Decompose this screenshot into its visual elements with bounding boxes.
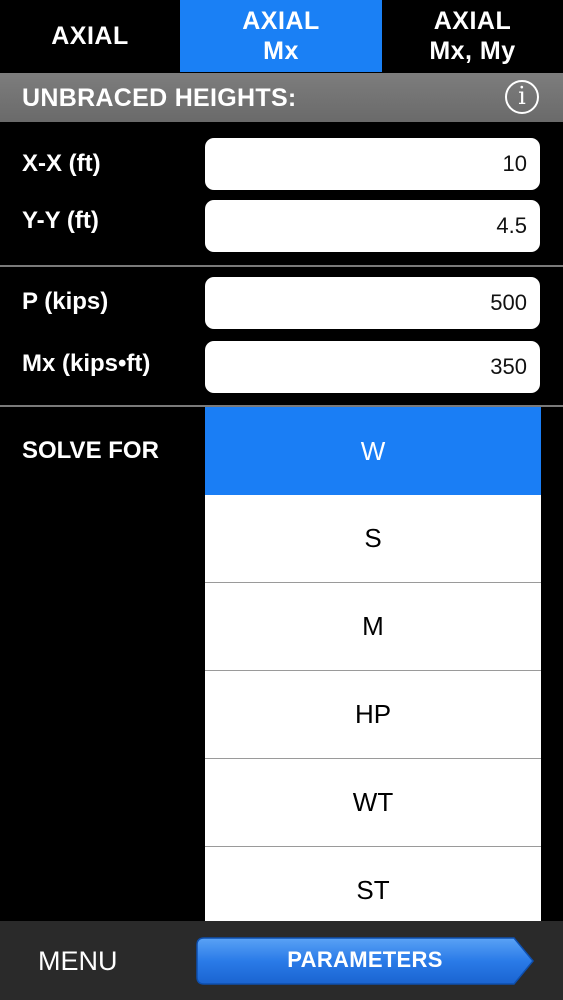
tab-axial-label: AXIAL [51,22,129,50]
tab-axial-mx-label-line2: Mx [263,37,299,65]
app-screen: AXIAL AXIAL Mx AXIAL Mx, My UNBRACED HEI… [0,0,563,1000]
tab-axial-mx-my[interactable]: AXIAL Mx, My [382,0,563,72]
tab-axial[interactable]: AXIAL [0,0,180,72]
axial-load-input[interactable] [205,277,540,329]
section-header: UNBRACED HEIGHTS: [0,73,563,122]
xx-height-label: X-X (ft) [22,150,101,177]
menu-button[interactable]: MENU [38,946,118,977]
parameters-button[interactable]: PARAMETERS [196,937,534,985]
load-type-tabs: AXIAL AXIAL Mx AXIAL Mx, My [0,0,563,72]
moment-x-label: Mx (kips•ft) [22,350,151,377]
shape-option-m[interactable]: M [205,583,541,671]
shape-option-s[interactable]: S [205,495,541,583]
tab-axial-mx[interactable]: AXIAL Mx [180,0,382,72]
section-title: UNBRACED HEIGHTS: [22,84,297,112]
info-icon[interactable]: i [505,80,539,114]
xx-height-input[interactable] [205,138,540,190]
axial-load-label: P (kips) [22,288,109,315]
parameters-label: PARAMETERS [287,947,443,972]
moment-x-input[interactable] [205,341,540,393]
divider [0,265,563,267]
yy-height-label: Y-Y (ft) [22,207,99,234]
shape-picker[interactable]: W S M HP WT ST [205,407,541,921]
shape-option-hp[interactable]: HP [205,671,541,759]
shape-option-st[interactable]: ST [205,847,541,921]
tab-axial-mx-my-label-line1: AXIAL [433,7,512,35]
tab-axial-mx-label-line1: AXIAL [242,7,320,35]
shape-option-wt[interactable]: WT [205,759,541,847]
tab-axial-mx-my-label-line2: Mx, My [429,37,516,65]
yy-height-input[interactable] [205,200,540,252]
shape-option-w[interactable]: W [205,407,541,495]
solve-for-label: SOLVE FOR [22,437,159,464]
